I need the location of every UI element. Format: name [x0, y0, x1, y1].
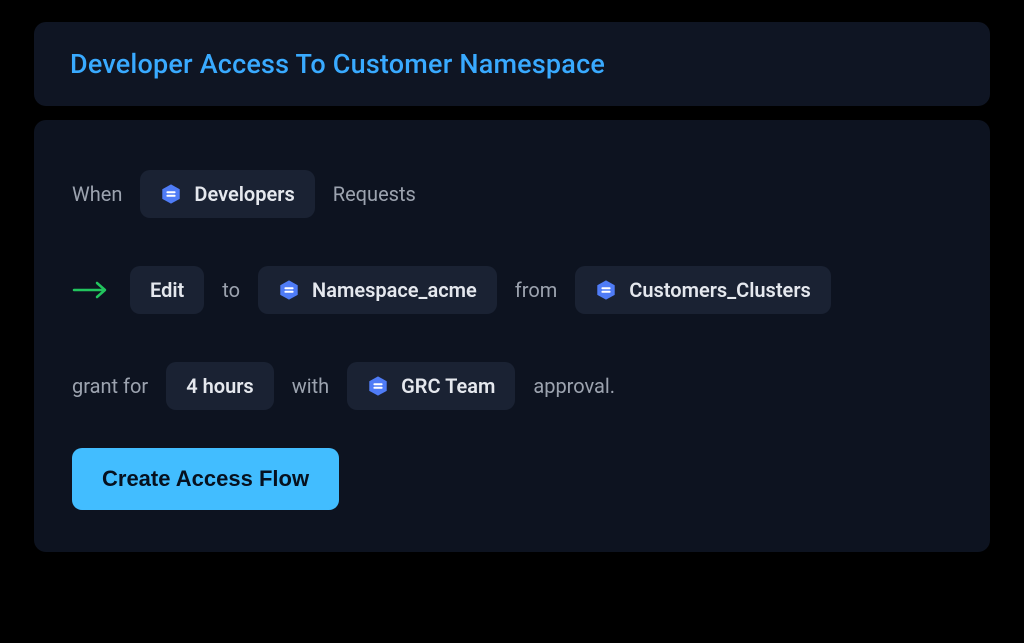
create-access-flow-button[interactable]: Create Access Flow [72, 448, 339, 510]
label-from: from [515, 278, 557, 302]
k8s-hexagon-icon [160, 183, 182, 205]
token-action-label: Edit [150, 278, 184, 302]
row-grant: grant for 4 hours with GRC Team approval… [72, 362, 952, 410]
token-cluster-label: Customers_Clusters [629, 278, 811, 302]
token-namespace[interactable]: Namespace_acme [258, 266, 497, 314]
token-cluster[interactable]: Customers_Clusters [575, 266, 831, 314]
token-action[interactable]: Edit [130, 266, 204, 314]
row-action: Edit to Namespace_acme from [72, 266, 952, 314]
token-requester-label: Developers [194, 182, 294, 206]
k8s-hexagon-icon [278, 279, 300, 301]
label-requests: Requests [333, 182, 416, 206]
token-approver-label: GRC Team [401, 374, 495, 398]
create-access-flow-label: Create Access Flow [102, 466, 309, 492]
label-when: When [72, 182, 122, 206]
token-requester[interactable]: Developers [140, 170, 314, 218]
token-duration[interactable]: 4 hours [166, 362, 274, 410]
flow-builder-panel: When Developers Requests [34, 120, 990, 552]
k8s-hexagon-icon [367, 375, 389, 397]
token-namespace-label: Namespace_acme [312, 278, 477, 302]
label-with: with [292, 374, 329, 398]
label-approval: approval. [533, 374, 615, 398]
token-approver[interactable]: GRC Team [347, 362, 515, 410]
token-duration-label: 4 hours [186, 374, 254, 398]
k8s-hexagon-icon [595, 279, 617, 301]
label-grant-for: grant for [72, 374, 148, 398]
arrow-right-icon [72, 278, 112, 302]
label-to: to [222, 278, 240, 302]
title-panel: Developer Access To Customer Namespace [34, 22, 990, 106]
row-when: When Developers Requests [72, 170, 952, 218]
page-title: Developer Access To Customer Namespace [70, 48, 954, 80]
